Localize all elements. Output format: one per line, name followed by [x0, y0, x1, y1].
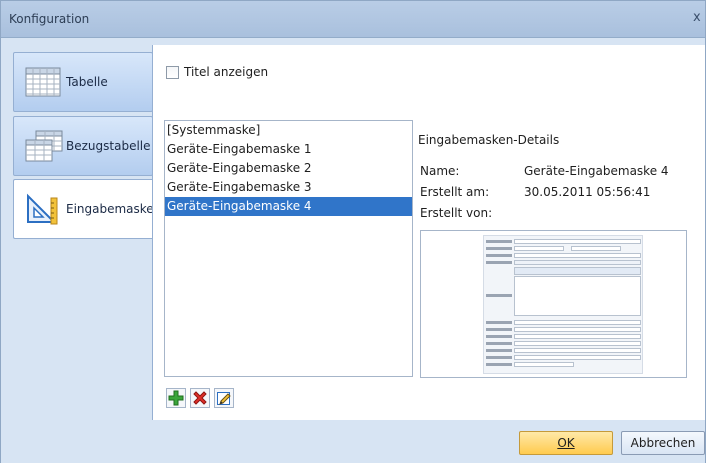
sidebar-item-label: Bezugstabelle	[66, 139, 151, 153]
cancel-button[interactable]: Abbrechen	[621, 431, 705, 455]
created-date-label: Erstellt am:	[420, 185, 490, 199]
show-title-checkbox[interactable]	[166, 65, 179, 79]
table-icon	[24, 65, 64, 99]
list-item-selected[interactable]: Geräte-Eingabemaske 4	[165, 197, 412, 216]
list-item[interactable]: Geräte-Eingabemaske 3	[165, 178, 412, 197]
list-item[interactable]: Geräte-Eingabemaske 2	[165, 159, 412, 178]
mask-preview-image	[483, 235, 643, 374]
name-label: Name:	[420, 164, 460, 178]
list-item[interactable]: Geräte-Eingabemaske 1	[165, 140, 412, 159]
edit-icon	[217, 392, 231, 405]
list-item[interactable]: [Systemmaske]	[165, 121, 412, 140]
sidebar-item-bezugstabelle[interactable]: Bezugstabelle	[13, 116, 153, 176]
mask-settings-panel: Titel anzeigen [Systemmaske] Geräte-Eing…	[152, 45, 705, 420]
sidebar-item-eingabemaske[interactable]: Eingabemaske	[13, 179, 155, 239]
mask-toolbar	[166, 388, 238, 408]
show-title-option[interactable]: Titel anzeigen	[166, 65, 268, 79]
sidebar-item-label: Eingabemaske	[66, 202, 154, 216]
show-title-label: Titel anzeigen	[184, 65, 269, 79]
delete-mask-button[interactable]	[190, 388, 210, 408]
configuration-dialog: Konfiguration x Tabelle Bezugstabelle Ei…	[0, 0, 706, 463]
reference-table-icon	[24, 129, 64, 163]
close-icon[interactable]: x	[693, 10, 706, 26]
input-mask-icon	[24, 192, 64, 226]
input-mask-list[interactable]: [Systemmaske] Geräte-Eingabemaske 1 Gerä…	[164, 120, 413, 377]
created-by-label: Erstellt von:	[420, 206, 493, 220]
delete-x-icon	[193, 391, 207, 405]
details-title: Eingabemasken-Details	[418, 133, 560, 147]
created-date-value: 30.05.2011 05:56:41	[524, 185, 651, 199]
dialog-footer: OK Abbrechen	[1, 420, 705, 463]
name-value: Geräte-Eingabemaske 4	[524, 164, 669, 178]
mask-preview-thumbnail	[420, 230, 687, 378]
plus-icon	[168, 390, 184, 406]
title-bar[interactable]: Konfiguration x	[1, 1, 705, 38]
sidebar-item-tabelle[interactable]: Tabelle	[13, 52, 153, 112]
ok-button-label: OK	[557, 436, 575, 450]
window-title: Konfiguration	[9, 12, 90, 26]
sidebar: Tabelle Bezugstabelle Eingabemaske	[1, 39, 155, 463]
ok-button[interactable]: OK	[519, 431, 613, 455]
edit-mask-button[interactable]	[214, 388, 234, 408]
add-mask-button[interactable]	[166, 388, 186, 408]
sidebar-item-label: Tabelle	[66, 75, 108, 89]
